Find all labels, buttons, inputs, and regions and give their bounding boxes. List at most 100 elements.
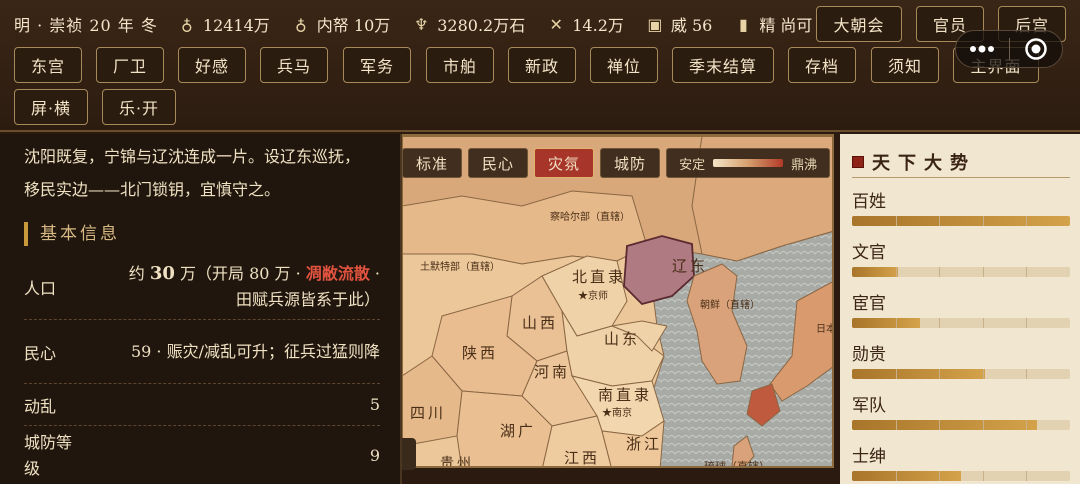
legend-low-label: 安定 — [679, 157, 706, 173]
nav-button-4[interactable]: 军务 — [343, 47, 411, 83]
bar-tick — [982, 369, 984, 379]
screen-orientation-button[interactable]: 屏·横 — [14, 89, 88, 125]
world-situation-panel: 天下大势 百姓文官宦官勋贵军队士绅 — [840, 134, 1080, 484]
map-label: 贵州 — [440, 456, 474, 468]
map-label: 琉球（直辖） — [704, 459, 770, 468]
map-label: 北直隶 — [572, 268, 626, 286]
faction-bar-row: 士绅 — [852, 443, 1070, 481]
bar-tick — [939, 216, 941, 226]
legend-high-label: 鼎沸 — [791, 157, 818, 173]
court-assembly-button[interactable]: 大朝会 — [816, 6, 902, 42]
info-row-unrest: 动乱 5 — [24, 384, 380, 426]
info-row-city-defense: 城防等级 9 — [24, 426, 380, 484]
bar-tick — [1026, 369, 1028, 379]
nav-button-5[interactable]: 市舶 — [426, 47, 494, 83]
tab-disaster[interactable]: 灾氛 — [534, 148, 595, 178]
faction-bar-fill — [852, 471, 961, 481]
faction-label: 勋贵 — [852, 345, 886, 365]
faction-bar-row: 宦官 — [852, 290, 1070, 328]
tab-morale[interactable]: 民心 — [468, 148, 529, 178]
crossed-swords-icon: ✕ — [549, 14, 563, 34]
morale-value: 59 · 赈灾/减乱可升；征兵过猛则降 — [130, 341, 380, 361]
nav-button-1[interactable]: 厂卫 — [96, 47, 164, 83]
stat-0: ♁ 12414万 — [178, 12, 270, 36]
map-mode-tabs: 标准 民心 灾氛 城防 安定 鼎沸 — [402, 148, 831, 178]
stat-value: 威 56 — [670, 16, 713, 35]
nav-button-0[interactable]: 东宫 — [14, 47, 82, 83]
bar-tick — [982, 216, 984, 226]
map-label: 四川 — [410, 404, 446, 422]
section-title-basic-info: 基本信息 — [24, 222, 120, 246]
map-label: 江西 — [564, 449, 600, 467]
faction-bar-track — [852, 471, 1070, 481]
faction-label: 军队 — [852, 396, 886, 416]
faction-label: 宦官 — [852, 294, 886, 314]
era-label: 明 · 崇祯 20 年 冬 — [14, 16, 158, 35]
panel-collapse-handle[interactable] — [402, 438, 416, 470]
world-situation-title: 天下大势 — [852, 146, 1070, 178]
faction-bar-fill — [852, 216, 1070, 226]
province-description: 沈阳既复，宁锦与辽沈连成一片。设辽东巡抚，移民实边——北门锁钥，宜慎守之。 — [24, 147, 361, 199]
map-label: 日本 — [816, 322, 834, 335]
treasury-pouch-icon: ♁ — [294, 14, 307, 34]
unrest-value: 5 — [369, 394, 380, 414]
faction-label: 百姓 — [852, 192, 886, 212]
faction-bar-track — [852, 216, 1070, 226]
bar-tick — [895, 318, 897, 328]
faction-bar-row: 勋贵 — [852, 341, 1070, 379]
music-toggle-button[interactable]: 乐·开 — [102, 89, 176, 125]
bar-tick — [982, 267, 984, 277]
map-label: ★京师 — [578, 289, 608, 302]
faction-bar-fill — [852, 420, 1038, 430]
bar-tick — [939, 267, 941, 277]
stat-value: 精 尚可 — [759, 16, 813, 35]
ming-map[interactable]: 察哈尔部（直辖） 土默特部（直辖） 北直隶 ★京师 辽东朝鲜（直辖） 山西山东陕西河南南直… — [402, 136, 834, 468]
bar-tick — [982, 420, 984, 430]
nav-button-10[interactable]: 须知 — [871, 47, 939, 83]
bar-tick — [939, 369, 941, 379]
info-row-morale: 民心 59 · 赈灾/减乱可升；征兵过猛则降 — [24, 320, 380, 384]
tab-city-defense[interactable]: 城防 — [600, 148, 661, 178]
faction-label: 文官 — [852, 243, 886, 263]
map-view[interactable]: 察哈尔部（直辖） 土默特部（直辖） 北直隶 ★京师 辽东 朝鲜（直辖） 山西 山东 陕西 河南 南直… — [402, 134, 834, 468]
bar-tick — [1026, 267, 1028, 277]
map-label: 陕西 — [462, 344, 498, 362]
nav-button-6[interactable]: 新政 — [508, 47, 576, 83]
close-target-icon[interactable] — [1009, 31, 1062, 67]
bar-tick — [1026, 318, 1028, 328]
tab-standard[interactable]: 标准 — [402, 148, 463, 178]
stat-4: ▣ 威 56 — [646, 12, 712, 36]
title-marker-icon — [852, 155, 864, 168]
stat-3: ✕ 14.2万 — [547, 12, 624, 36]
population-value: 约 30 万（开局 80 万 · 凋敝流散 · 田赋兵源皆系于此） — [128, 262, 380, 309]
nav-button-9[interactable]: 存档 — [788, 47, 856, 83]
stat-5: ▮ 精 尚可 — [734, 12, 813, 36]
bar-tick — [939, 471, 941, 481]
bar-tick — [982, 318, 984, 328]
bar-tick — [1026, 420, 1028, 430]
map-legend: 安定 鼎沸 — [666, 148, 831, 178]
map-label: 山西 — [522, 314, 558, 332]
map-label: 浙江 — [626, 435, 662, 453]
faction-bar-track — [852, 318, 1070, 328]
stat-value: 12414万 — [202, 16, 270, 35]
map-label: 土默特部（直辖） — [420, 260, 500, 273]
nav-button-8[interactable]: 季末结算 — [672, 47, 774, 83]
faction-bar-row: 军队 — [852, 392, 1070, 430]
faction-bar-row: 百姓 — [852, 188, 1070, 226]
map-label: 朝鲜（直辖） — [700, 298, 760, 311]
faction-bar-fill — [852, 267, 898, 277]
faction-bar-track — [852, 369, 1070, 379]
bar-tick — [1026, 216, 1028, 226]
status-row: 明 · 崇祯 20 年 冬 ♁ 12414万 ♁ 内帑 10万 ♆ 3280.2万石 ✕ 14… — [14, 11, 834, 37]
nav-button-7[interactable]: 禅位 — [590, 47, 658, 83]
more-menu-icon[interactable] — [956, 31, 1009, 67]
map-label: 察哈尔部（直辖） — [550, 210, 630, 223]
info-row-population: 人口 约 30 万（开局 80 万 · 凋敝流散 · 田赋兵源皆系于此） — [24, 254, 380, 320]
money-bag-icon: ♁ — [181, 14, 193, 34]
info-key: 民心 — [24, 343, 57, 363]
nav-button-2[interactable]: 好感 — [178, 47, 246, 83]
info-key: 动乱 — [24, 396, 57, 416]
grain-icon: ♆ — [414, 14, 429, 34]
nav-button-3[interactable]: 兵马 — [260, 47, 328, 83]
